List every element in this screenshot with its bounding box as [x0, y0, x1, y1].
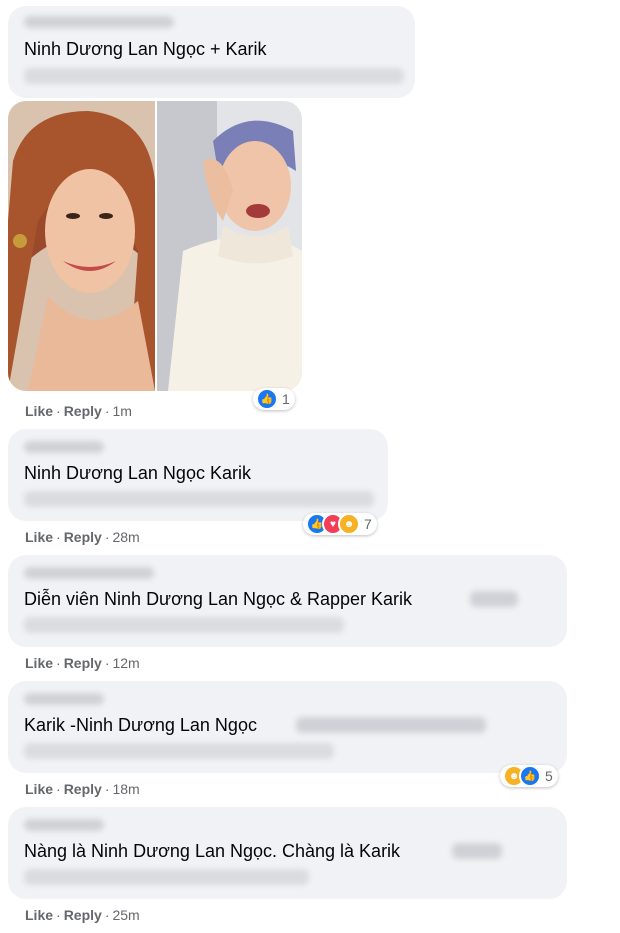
comment-text-3: Diễn viên Ninh Dương Lan Ngọc & Rapper K… [24, 589, 413, 609]
like-link[interactable]: Like [25, 907, 53, 923]
reaction-count: 7 [364, 516, 372, 532]
comment-time[interactable]: 12m [112, 655, 139, 671]
like-link[interactable]: Like [25, 781, 53, 797]
blurred-author-name [24, 693, 104, 705]
comment-text-1: Ninh Dương Lan Ngọc + Karik [24, 39, 267, 59]
blurred-tagged-names [24, 617, 344, 633]
blurred-author-name [24, 567, 154, 579]
blurred-tag-inline [296, 717, 486, 733]
blurred-tagged-names [24, 68, 404, 84]
reply-link[interactable]: Reply [64, 781, 102, 797]
blurred-author-name [24, 441, 104, 453]
comment-text-2: Ninh Dương Lan Ngọc Karik [24, 463, 251, 483]
reaction-summary-1[interactable]: 👍 1 [253, 388, 295, 410]
comment-actions-3: Like · Reply · 12m [25, 655, 140, 671]
comment-bubble-2: Ninh Dương Lan Ngọc Karik [8, 429, 388, 521]
blurred-tag-inline [452, 843, 502, 859]
comment-actions-4: Like · Reply · 18m [25, 781, 140, 797]
reaction-summary-2[interactable]: 👍 ♥ ☻ 7 [303, 513, 377, 535]
comment-actions-1: Like · Reply · 1m [25, 403, 132, 419]
comment-time[interactable]: 1m [112, 403, 131, 419]
comment-bubble-4: Karik -Ninh Dương Lan Ngọc [8, 681, 567, 773]
comment-actions-2: Like · Reply · 28m [25, 529, 140, 545]
comment-bubble-1: Ninh Dương Lan Ngọc + Karik [8, 6, 415, 98]
like-icon: 👍 [519, 765, 541, 787]
comment-time[interactable]: 28m [112, 529, 139, 545]
blurred-tagged-names [24, 869, 309, 885]
reaction-summary-4[interactable]: ☻ 👍 5 [500, 765, 558, 787]
comment-bubble-5: Nàng là Ninh Dương Lan Ngọc. Chàng là Ka… [8, 807, 567, 899]
reply-link[interactable]: Reply [64, 403, 102, 419]
reply-link[interactable]: Reply [64, 655, 102, 671]
comment-bubble-3: Diễn viên Ninh Dương Lan Ngọc & Rapper K… [8, 555, 567, 647]
reply-link[interactable]: Reply [64, 907, 102, 923]
blurred-author-name [24, 16, 174, 28]
comment-text-5: Nàng là Ninh Dương Lan Ngọc. Chàng là Ka… [24, 841, 401, 861]
reaction-count: 5 [545, 768, 553, 784]
blurred-tagged-names [24, 491, 374, 507]
comment-photo[interactable] [8, 101, 302, 391]
comment-time[interactable]: 18m [112, 781, 139, 797]
blurred-tag-inline [470, 591, 518, 607]
comment-actions-5: Like · Reply · 25m [25, 907, 140, 923]
photo-collage [8, 101, 302, 391]
comment-text-4: Karik -Ninh Dương Lan Ngọc [24, 715, 257, 735]
comment-time[interactable]: 25m [112, 907, 139, 923]
like-icon: 👍 [256, 388, 278, 410]
haha-icon: ☻ [338, 513, 360, 535]
like-link[interactable]: Like [25, 403, 53, 419]
like-link[interactable]: Like [25, 655, 53, 671]
reaction-count: 1 [282, 391, 290, 407]
blurred-tagged-names [24, 743, 334, 759]
reply-link[interactable]: Reply [64, 529, 102, 545]
like-link[interactable]: Like [25, 529, 53, 545]
blurred-author-name [24, 819, 104, 831]
